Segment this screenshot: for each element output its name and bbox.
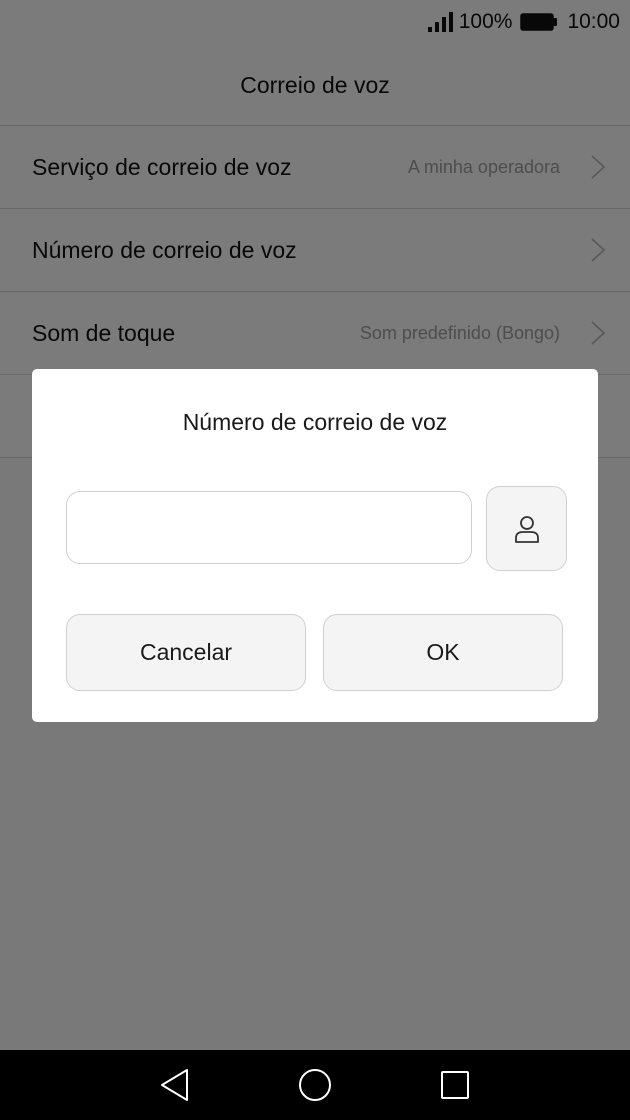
person-icon <box>514 515 539 543</box>
recents-button[interactable] <box>435 1065 475 1105</box>
back-icon <box>161 1069 188 1101</box>
cancel-button[interactable]: Cancelar <box>66 614 306 691</box>
home-button[interactable] <box>295 1065 335 1105</box>
dialog-title: Número de correio de voz <box>182 409 448 435</box>
recents-icon <box>441 1071 469 1099</box>
navigation-bar <box>0 1050 630 1120</box>
back-button[interactable] <box>155 1065 195 1105</box>
ok-button[interactable]: OK <box>323 614 563 691</box>
voicemail-number-input[interactable] <box>66 491 472 564</box>
contact-picker-button[interactable] <box>486 486 567 571</box>
home-icon <box>299 1069 331 1101</box>
voicemail-number-dialog: Número de correio de voz Cancelar OK <box>32 369 598 722</box>
